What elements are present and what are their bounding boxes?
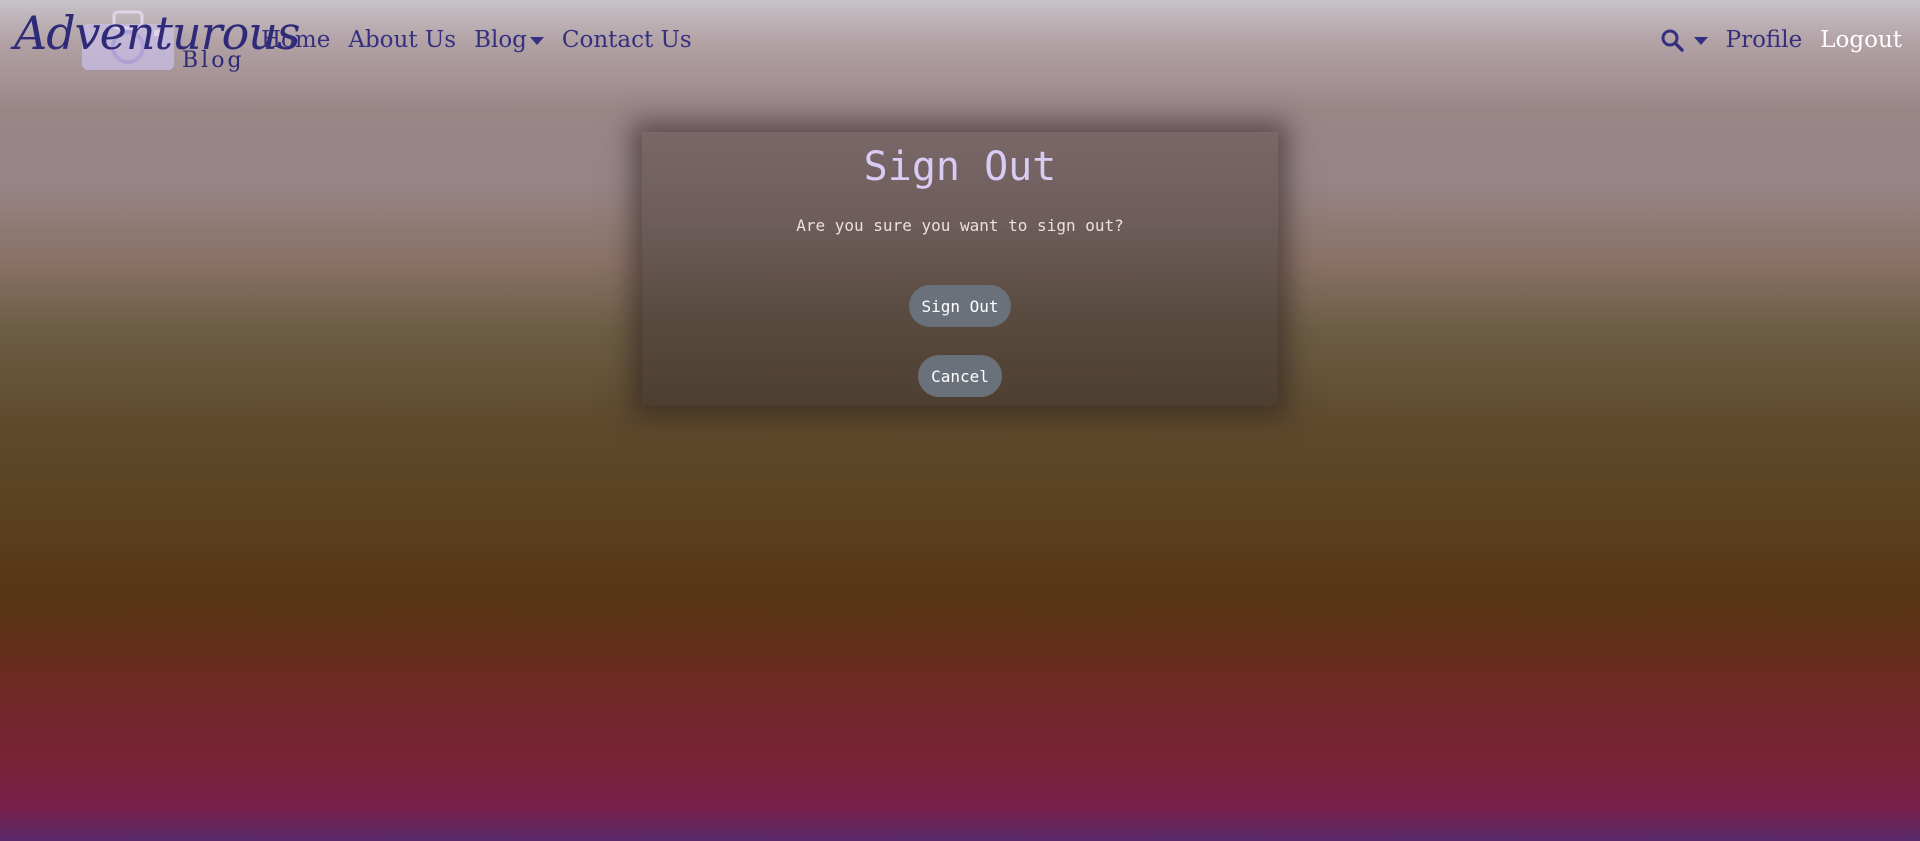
navbar: Adventurous Blog Home About Us Blog Cont…: [0, 0, 1920, 80]
nav-about[interactable]: About Us: [348, 27, 456, 53]
sign-out-button[interactable]: Sign Out: [909, 285, 1011, 327]
nav-blog-label: Blog: [474, 27, 527, 53]
caret-down-icon: [1693, 37, 1708, 45]
nav-home[interactable]: Home: [261, 27, 330, 53]
sign-out-dialog: Sign Out Are you sure you want to sign o…: [642, 132, 1278, 406]
nav-logout[interactable]: Logout: [1820, 27, 1902, 53]
nav-contact[interactable]: Contact Us: [562, 27, 692, 53]
brand-logo[interactable]: Adventurous Blog: [14, 2, 301, 78]
cancel-button[interactable]: Cancel: [918, 355, 1002, 397]
brand-sub: Blog: [182, 48, 245, 73]
nav-blog-dropdown[interactable]: Blog: [474, 27, 544, 53]
search-dropdown-toggle[interactable]: [1660, 28, 1708, 52]
dialog-title: Sign Out: [863, 144, 1057, 190]
brand-script: Adventurous: [14, 6, 301, 60]
caret-down-icon: [529, 37, 544, 45]
nav-profile[interactable]: Profile: [1726, 27, 1803, 53]
dialog-message: Are you sure you want to sign out?: [796, 216, 1124, 235]
nav-right: Profile Logout: [1660, 22, 1902, 58]
nav-links: Home About Us Blog Contact Us: [261, 22, 710, 58]
search-icon: [1661, 29, 1684, 52]
